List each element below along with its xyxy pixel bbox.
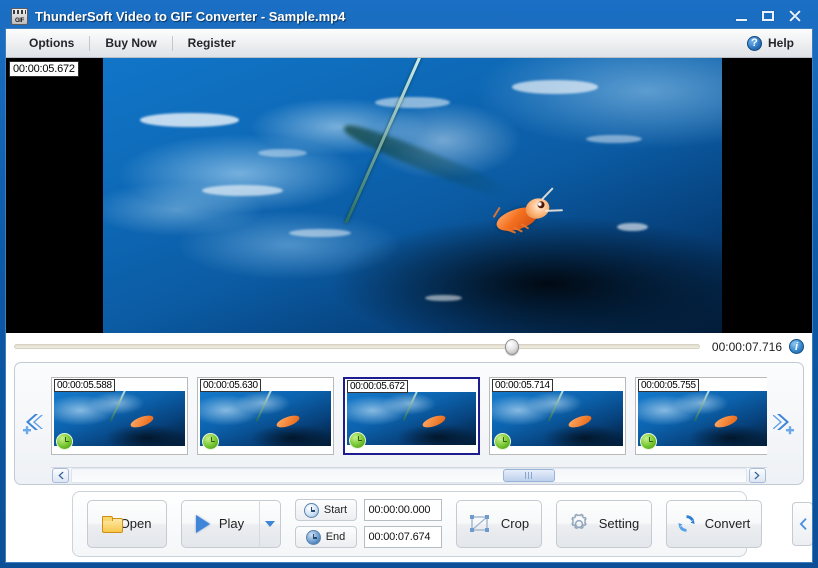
play-button-group: Play (180, 499, 281, 548)
crop-label: Crop (500, 516, 530, 531)
action-toolbar: Open Play Start 00:00:00.000 End 00:00:0… (71, 490, 812, 557)
video-preview[interactable]: 00:00:05.672 (6, 58, 812, 333)
application-window: ThunderSoft Video to GIF Converter - Sam… (0, 0, 818, 568)
menu-item-options[interactable]: Options (16, 33, 87, 53)
clock-badge-icon (640, 433, 657, 450)
seek-slider-handle[interactable] (504, 338, 519, 355)
help-label: Help (767, 36, 794, 50)
help-button[interactable]: ? Help (746, 35, 802, 51)
preview-timestamp: 00:00:05.672 (9, 61, 79, 77)
convert-button[interactable]: Convert (665, 499, 762, 548)
total-duration-label: 00:00:07.716 (711, 339, 782, 354)
menu-divider (171, 35, 173, 51)
play-button[interactable]: Play (180, 499, 259, 548)
end-time-row: End 00:00:07.674 (294, 526, 442, 548)
open-label: Open (119, 516, 152, 531)
convert-label: Convert (704, 516, 751, 531)
bottom-toolbar-area: Open Play Start 00:00:00.000 End 00:00:0… (6, 485, 812, 562)
title-bar: ThunderSoft Video to GIF Converter - Sam… (5, 4, 813, 28)
menu-item-buy-now[interactable]: Buy Now (92, 33, 169, 53)
scroll-left-icon[interactable] (52, 468, 69, 483)
client-area: Options Buy Now Register ? Help 00:00:05… (5, 28, 813, 563)
thumbnail-timestamp: 00:00:05.588 (54, 379, 115, 392)
seek-slider[interactable] (14, 338, 700, 355)
end-time-input[interactable]: 00:00:07.674 (363, 526, 442, 548)
start-label: Start (323, 504, 348, 516)
clock-icon (305, 529, 321, 545)
gear-icon (568, 513, 590, 535)
clock-badge-icon (202, 433, 219, 450)
start-time-row: Start 00:00:00.000 (294, 499, 442, 521)
scrollbar-track[interactable] (71, 468, 747, 483)
play-triangle-icon (195, 514, 210, 533)
end-label: End (325, 531, 346, 543)
open-button[interactable]: Open (86, 499, 167, 548)
frame-navigation-group (791, 501, 812, 546)
convert-refresh-icon (677, 514, 696, 533)
thumbnail-timestamp: 00:00:05.755 (638, 379, 699, 392)
filmstrip-scroller: 00:00:05.588 00:00:05.630 00:00:05.672 0… (51, 363, 767, 484)
thumbnail-timestamp: 00:00:05.672 (347, 380, 408, 393)
window-title: ThunderSoft Video to GIF Converter - Sam… (35, 8, 346, 24)
window-controls (735, 9, 811, 24)
menu-item-register[interactable]: Register (175, 33, 249, 53)
thumbnail-item[interactable]: 00:00:05.588 (51, 377, 188, 455)
question-mark-icon: ? (746, 35, 762, 51)
clock-badge-icon (494, 433, 511, 450)
add-frames-before-icon[interactable] (15, 363, 51, 484)
close-button[interactable] (787, 9, 802, 24)
crop-icon (468, 513, 492, 535)
add-frames-after-icon[interactable] (767, 363, 803, 484)
thumbnail-timestamp: 00:00:05.714 (492, 379, 553, 392)
start-time-input[interactable]: 00:00:00.000 (363, 499, 442, 521)
filmstrip-scrollbar[interactable] (51, 467, 767, 484)
scrollbar-thumb[interactable] (503, 469, 556, 482)
filmstrip-panel: 00:00:05.588 00:00:05.630 00:00:05.672 0… (14, 362, 804, 485)
previous-frame-button[interactable] (791, 501, 812, 546)
menu-bar: Options Buy Now Register ? Help (6, 29, 812, 58)
setting-button[interactable]: Setting (555, 499, 652, 548)
clock-badge-icon (349, 432, 366, 449)
gif-file-icon (11, 7, 28, 25)
menu-divider (89, 35, 91, 51)
thumbnail-item[interactable]: 00:00:05.630 (197, 377, 334, 455)
thumbnail-item-selected[interactable]: 00:00:05.672 (343, 377, 480, 455)
seek-bar-row: 00:00:07.716 i (6, 333, 812, 360)
setting-label: Setting (598, 516, 640, 531)
scroll-right-icon[interactable] (749, 468, 766, 483)
play-dropdown-button[interactable] (258, 499, 281, 548)
thumbnail-item[interactable]: 00:00:05.755 (635, 377, 767, 455)
chevron-down-icon (264, 520, 275, 527)
time-range-group: Start 00:00:00.000 End 00:00:07.674 (294, 499, 442, 548)
crop-button[interactable]: Crop (455, 499, 542, 548)
video-frame-image (103, 58, 722, 333)
play-label: Play (218, 516, 245, 531)
set-start-button[interactable]: Start (294, 499, 357, 521)
set-end-button[interactable]: End (294, 526, 357, 548)
thumbnail-list: 00:00:05.588 00:00:05.630 00:00:05.672 0… (51, 363, 767, 467)
clock-icon (303, 502, 319, 518)
maximize-button[interactable] (761, 9, 776, 24)
minimize-button[interactable] (735, 9, 750, 24)
thumbnail-item[interactable]: 00:00:05.714 (489, 377, 626, 455)
clock-badge-icon (56, 433, 73, 450)
thumbnail-timestamp: 00:00:05.630 (200, 379, 261, 392)
info-icon[interactable]: i (789, 339, 804, 354)
chevron-left-icon (799, 517, 807, 530)
folder-icon (101, 516, 123, 533)
